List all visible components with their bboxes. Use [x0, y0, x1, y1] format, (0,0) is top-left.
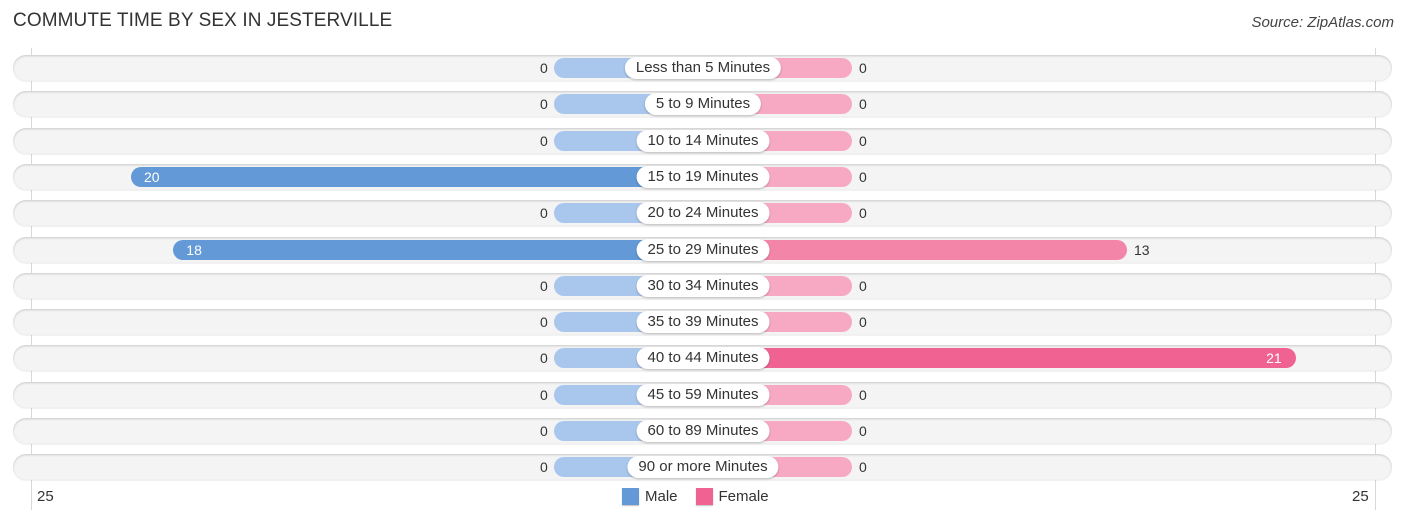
male-bar[interactable]	[173, 239, 703, 260]
category-label: 15 to 19 Minutes	[636, 165, 770, 188]
category-label: 10 to 14 Minutes	[636, 129, 770, 152]
chart-row: 0 0 45 to 59 Minutes	[13, 381, 1392, 408]
chart-title: COMMUTE TIME BY SEX IN JESTERVILLE	[13, 10, 393, 31]
legend-label-male: Male	[645, 488, 678, 505]
right-axis-tick: 25	[1352, 488, 1369, 505]
category-label: 5 to 9 Minutes	[644, 93, 762, 116]
male-value-label: 0	[540, 386, 548, 403]
chart-row: 0 0 30 to 34 Minutes	[13, 272, 1392, 299]
chart-row: 0 0 90 or more Minutes	[13, 454, 1392, 481]
category-label: 90 or more Minutes	[627, 456, 779, 479]
male-value-label: 0	[540, 277, 548, 294]
chart-row: 0 0 35 to 39 Minutes	[13, 309, 1392, 336]
category-label: 20 to 24 Minutes	[636, 202, 770, 225]
male-value-label: 0	[540, 205, 548, 222]
chart-row: 0 0 20 to 24 Minutes	[13, 200, 1392, 227]
male-value-label: 0	[540, 60, 548, 76]
chart-row: 0 21 40 to 44 Minutes	[13, 345, 1392, 372]
source-label: Source: ZipAtlas.com	[1251, 14, 1394, 31]
category-label: 35 to 39 Minutes	[636, 311, 770, 334]
male-value-label: 0	[540, 350, 548, 367]
female-value-label: 0	[859, 60, 867, 76]
female-bar[interactable]	[703, 348, 1297, 369]
male-value-label: 20	[144, 168, 160, 185]
legend-item-male[interactable]: Male	[622, 488, 678, 505]
chart-row: 20 0 15 to 19 Minutes	[13, 163, 1392, 190]
chart-row: 0 0 10 to 14 Minutes	[13, 127, 1392, 154]
category-label: 40 to 44 Minutes	[636, 347, 770, 370]
female-value-label: 0	[859, 205, 867, 222]
category-label: 60 to 89 Minutes	[636, 420, 770, 442]
left-axis-tick: 25	[37, 488, 54, 505]
female-value-label: 0	[859, 168, 867, 185]
chart-row: 18 13 25 to 29 Minutes	[13, 236, 1392, 263]
female-value-label: 0	[859, 314, 867, 331]
legend-label-female: Female	[718, 488, 769, 505]
female-value-label: 0	[859, 277, 867, 294]
female-value-label: 0	[859, 132, 867, 149]
female-value-label: 0	[859, 459, 867, 476]
male-value-label: 0	[540, 96, 548, 113]
legend: Male Female	[622, 488, 787, 505]
male-value-label: 0	[540, 423, 548, 439]
legend-item-female[interactable]: Female	[695, 488, 769, 505]
female-value-label: 21	[1266, 350, 1282, 367]
female-value-label: 0	[859, 96, 867, 113]
male-value-label: 0	[540, 459, 548, 476]
female-swatch	[695, 488, 713, 505]
male-value-label: 0	[540, 314, 548, 331]
female-value-label: 13	[1133, 241, 1150, 258]
category-label: 30 to 34 Minutes	[636, 274, 770, 297]
category-label: 45 to 59 Minutes	[636, 383, 770, 406]
male-value-label: 0	[540, 132, 548, 149]
male-bar[interactable]	[131, 166, 703, 187]
chart-row: 0 0 60 to 89 Minutes	[13, 418, 1392, 444]
chart-row: 0 0 5 to 9 Minutes	[13, 91, 1392, 118]
female-value-label: 0	[859, 386, 867, 403]
male-value-label: 18	[186, 241, 202, 258]
female-value-label: 0	[859, 423, 867, 439]
category-label: Less than 5 Minutes	[624, 57, 782, 79]
category-label: 25 to 29 Minutes	[636, 238, 770, 261]
male-swatch	[622, 488, 639, 505]
chart-row: 0 0 Less than 5 Minutes	[13, 55, 1392, 81]
